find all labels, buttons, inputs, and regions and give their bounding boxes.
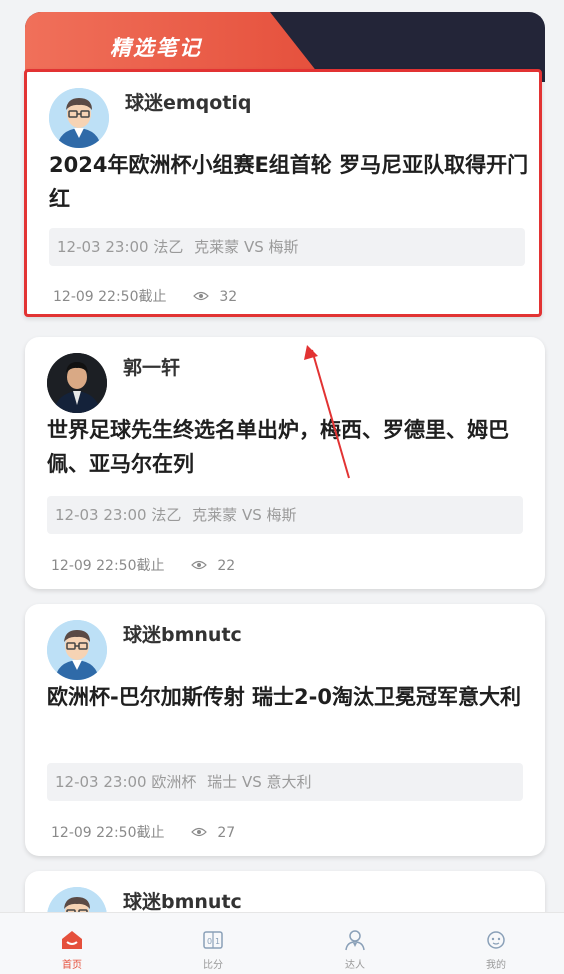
tab-experts[interactable]: 达人 bbox=[315, 913, 395, 974]
match-time: 12-03 23:00 bbox=[57, 238, 149, 256]
match-teams: 瑞士 VS 意大利 bbox=[207, 773, 312, 791]
note-card[interactable]: 郭一轩 世界足球先生终选名单出炉，梅西、罗德里、姆巴佩、亚马尔在列 12-03 … bbox=[25, 337, 545, 589]
eye-icon bbox=[193, 289, 209, 305]
deadline-text: 12-09 22:50截止 bbox=[51, 825, 165, 841]
cartoon-avatar-icon[interactable] bbox=[49, 88, 109, 148]
note-card[interactable]: 球迷bmnutc 欧洲杯-巴尔加斯传射 瑞士2-0淘汰卫冕冠军意大利 12-03… bbox=[25, 604, 545, 856]
svg-text:0: 0 bbox=[207, 937, 212, 946]
home-icon bbox=[60, 929, 84, 951]
bottom-tab-bar: 首页 01 比分 达人 我的 bbox=[0, 912, 564, 974]
match-time: 12-03 23:00 bbox=[55, 773, 147, 791]
eye-icon bbox=[191, 558, 207, 574]
author-name[interactable]: 球迷emqotiq bbox=[125, 88, 252, 115]
expert-icon bbox=[343, 929, 367, 951]
tab-home[interactable]: 首页 bbox=[32, 913, 112, 974]
view-count: 27 bbox=[217, 825, 236, 841]
match-time: 12-03 23:00 bbox=[55, 506, 147, 524]
tab-label: 比分 bbox=[203, 960, 223, 971]
league-name: 欧洲杯 bbox=[151, 773, 197, 791]
cartoon-avatar-icon[interactable] bbox=[47, 620, 107, 680]
league-name: 法乙 bbox=[151, 506, 182, 524]
tab-label: 达人 bbox=[345, 960, 365, 971]
note-card[interactable]: 球迷emqotiq 2024年欧洲杯小组赛E组首轮 罗马尼亚队取得开门红 12-… bbox=[24, 69, 542, 317]
svg-text:1: 1 bbox=[215, 937, 220, 946]
note-meta: 12-09 22:50截止 22 bbox=[51, 555, 235, 575]
author-name[interactable]: 球迷bmnutc bbox=[123, 887, 242, 914]
match-teams: 克莱蒙 VS 梅斯 bbox=[192, 506, 297, 524]
view-count: 22 bbox=[217, 558, 236, 574]
scoreboard-icon: 01 bbox=[201, 929, 225, 951]
photo-avatar[interactable] bbox=[47, 353, 107, 413]
tab-mine[interactable]: 我的 bbox=[456, 913, 536, 974]
match-info[interactable]: 12-03 23:00 法乙 克莱蒙 VS 梅斯 bbox=[49, 228, 525, 266]
league-name: 法乙 bbox=[153, 238, 184, 256]
author-name[interactable]: 郭一轩 bbox=[123, 353, 180, 380]
note-title[interactable]: 2024年欧洲杯小组赛E组首轮 罗马尼亚队取得开门红 bbox=[49, 148, 529, 216]
note-meta: 12-09 22:50截止 32 bbox=[53, 286, 237, 306]
match-info[interactable]: 12-03 23:00 欧洲杯 瑞士 VS 意大利 bbox=[47, 763, 523, 801]
tab-scores[interactable]: 01 比分 bbox=[173, 913, 253, 974]
note-title[interactable]: 世界足球先生终选名单出炉，梅西、罗德里、姆巴佩、亚马尔在列 bbox=[47, 413, 527, 481]
deadline-text: 12-09 22:50截止 bbox=[51, 558, 165, 574]
section-title: 精选笔记 bbox=[110, 36, 202, 60]
view-count: 32 bbox=[219, 289, 238, 305]
tab-label: 首页 bbox=[62, 960, 82, 971]
eye-icon bbox=[191, 825, 207, 841]
match-teams: 克莱蒙 VS 梅斯 bbox=[194, 238, 299, 256]
note-title[interactable]: 欧洲杯-巴尔加斯传射 瑞士2-0淘汰卫冕冠军意大利 bbox=[47, 680, 527, 714]
profile-icon bbox=[484, 929, 508, 951]
tab-label: 我的 bbox=[486, 960, 506, 971]
deadline-text: 12-09 22:50截止 bbox=[53, 289, 167, 305]
author-name[interactable]: 球迷bmnutc bbox=[123, 620, 242, 647]
note-meta: 12-09 22:50截止 27 bbox=[51, 822, 235, 842]
match-info[interactable]: 12-03 23:00 法乙 克莱蒙 VS 梅斯 bbox=[47, 496, 523, 534]
